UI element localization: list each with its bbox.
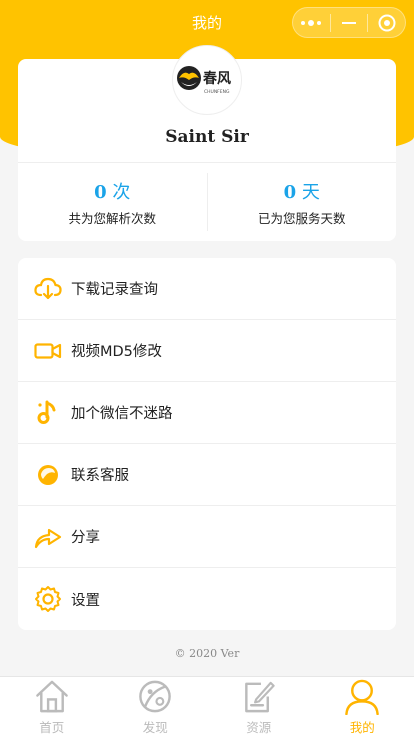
tab-home[interactable]: 首页 bbox=[0, 677, 104, 736]
tab-mine[interactable]: 我的 bbox=[311, 677, 414, 736]
stat-unit: 次 bbox=[112, 181, 131, 203]
stat-label: 已为您服务天数 bbox=[257, 210, 346, 226]
user-icon bbox=[345, 679, 380, 715]
stat-number: 0 bbox=[283, 181, 297, 203]
profile-card: 春风 CHUNFENG Saint Sir 0 次 共为您解析次数 0 天 已为… bbox=[18, 45, 396, 241]
menu-item-label: 分享 bbox=[71, 530, 100, 546]
home-icon bbox=[35, 680, 68, 713]
edit-document-icon bbox=[244, 681, 275, 713]
menu-item-wechat[interactable]: 加个微信不迷路 bbox=[18, 382, 396, 444]
stats-row: 0 次 共为您解析次数 0 天 已为您服务天数 bbox=[18, 162, 396, 241]
settings-gear-icon bbox=[34, 585, 62, 613]
menu-item-share[interactable]: 分享 bbox=[18, 506, 396, 568]
menu-item-label: 视频MD5修改 bbox=[71, 344, 162, 360]
planet-icon bbox=[139, 680, 172, 713]
more-dots-icon bbox=[301, 19, 322, 26]
tab-label: 我的 bbox=[349, 720, 375, 735]
menu-item-download-history[interactable]: 下载记录查询 bbox=[18, 258, 396, 320]
logo-subtext: CHUNFENG bbox=[204, 89, 230, 95]
stat-service-days: 0 天 已为您服务天数 bbox=[208, 163, 397, 241]
chunfeng-logo-icon: 春风 CHUNFENG bbox=[177, 66, 231, 95]
mini-program-capsule bbox=[292, 7, 406, 38]
stat-parse-count: 0 次 共为您解析次数 bbox=[18, 163, 207, 241]
customer-service-icon bbox=[34, 461, 62, 489]
stat-value: 0 天 bbox=[284, 178, 320, 204]
username: Saint Sir bbox=[165, 127, 249, 147]
tab-discover[interactable]: 发现 bbox=[104, 677, 208, 736]
tab-label: 首页 bbox=[39, 720, 65, 735]
menu-list: 下载记录查询 视频MD5修改 加个微信不迷路 联系客服 分享 设置 bbox=[18, 258, 396, 630]
video-camera-icon bbox=[34, 337, 62, 365]
logo-text: 春风 bbox=[202, 70, 231, 87]
tab-bar: 首页 发现 资源 我的 bbox=[0, 676, 414, 736]
menu-item-video-md5[interactable]: 视频MD5修改 bbox=[18, 320, 396, 382]
menu-item-label: 联系客服 bbox=[71, 468, 129, 484]
stat-label: 共为您解析次数 bbox=[68, 210, 156, 226]
stat-number: 0 bbox=[94, 181, 107, 203]
menu-item-label: 设置 bbox=[71, 592, 100, 609]
music-note-icon bbox=[34, 399, 62, 427]
share-arrow-icon bbox=[34, 523, 62, 551]
copyright-text: © 2020 Ver bbox=[174, 647, 240, 660]
target-circle-icon bbox=[378, 14, 396, 31]
tab-label: 发现 bbox=[142, 720, 168, 735]
stat-unit: 天 bbox=[301, 181, 320, 203]
stat-value: 0 次 bbox=[94, 178, 130, 204]
minimize-button[interactable] bbox=[331, 8, 368, 37]
tab-resources[interactable]: 资源 bbox=[207, 677, 311, 736]
menu-item-label: 下载记录查询 bbox=[71, 282, 158, 298]
tab-label: 资源 bbox=[246, 720, 272, 735]
avatar[interactable]: 春风 CHUNFENG bbox=[172, 45, 242, 115]
close-button[interactable] bbox=[368, 8, 405, 37]
menu-item-settings[interactable]: 设置 bbox=[18, 568, 396, 630]
more-button[interactable] bbox=[293, 8, 330, 37]
cloud-download-icon bbox=[34, 275, 62, 303]
menu-item-customer-service[interactable]: 联系客服 bbox=[18, 444, 396, 506]
menu-item-label: 加个微信不迷路 bbox=[71, 406, 173, 422]
minus-icon bbox=[342, 21, 356, 24]
